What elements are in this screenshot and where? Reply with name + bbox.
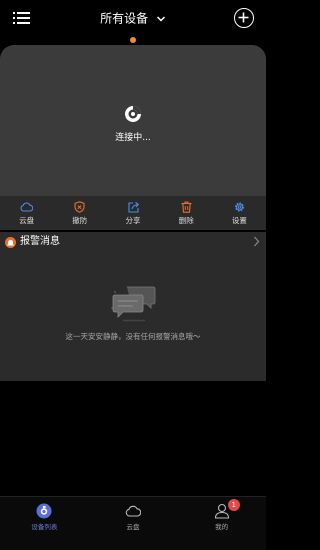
add-device-button[interactable] bbox=[234, 8, 254, 28]
video-player[interactable]: 连接中... bbox=[0, 45, 266, 196]
page-indicator-dot bbox=[130, 37, 136, 43]
device-selector[interactable]: 所有设备 bbox=[0, 9, 266, 28]
tab-device-list[interactable]: 设备列表 bbox=[0, 497, 89, 550]
shield-icon bbox=[74, 201, 85, 213]
device-list-icon bbox=[36, 503, 52, 519]
chevron-right-icon bbox=[254, 236, 260, 247]
loading-spinner-icon bbox=[125, 106, 141, 122]
trash-icon bbox=[181, 201, 192, 213]
disarm-label: 撤防 bbox=[72, 216, 88, 225]
page-title: 所有设备 bbox=[100, 11, 149, 26]
delete-label: 删除 bbox=[178, 216, 194, 225]
tab-device-list-label: 设备列表 bbox=[31, 523, 58, 531]
delete-button[interactable]: 删除 bbox=[160, 196, 213, 230]
empty-state-text: 这一天安安静静，没有任何报警消息哦～ bbox=[65, 332, 201, 341]
plus-icon bbox=[238, 12, 249, 23]
alarm-header[interactable]: 报警消息 bbox=[0, 232, 266, 252]
gear-icon bbox=[234, 202, 244, 212]
tab-profile-label: 我的 bbox=[215, 523, 229, 531]
share-icon bbox=[127, 201, 139, 213]
settings-button[interactable]: 设置 bbox=[213, 196, 266, 230]
tab-cloud[interactable]: 云盘 bbox=[89, 497, 178, 550]
chevron-down-icon bbox=[156, 15, 165, 22]
disarm-button[interactable]: 撤防 bbox=[53, 196, 106, 230]
share-button[interactable]: 分享 bbox=[106, 196, 159, 230]
empty-messages-icon bbox=[111, 286, 156, 322]
tab-profile[interactable]: 1 我的 bbox=[177, 497, 266, 550]
bell-icon bbox=[7, 240, 14, 246]
cloud-icon bbox=[125, 505, 141, 517]
share-label: 分享 bbox=[125, 216, 141, 225]
cloud-icon bbox=[20, 202, 34, 212]
settings-label: 设置 bbox=[231, 216, 247, 225]
notification-badge: 1 bbox=[227, 499, 240, 511]
connection-status: 连接中... bbox=[115, 133, 151, 143]
top-bar: 所有设备 bbox=[0, 0, 266, 36]
alarm-badge bbox=[5, 237, 16, 248]
cloud-button[interactable]: 云盘 bbox=[0, 196, 53, 230]
action-bar: 云盘 撤防 分享 删除 设置 bbox=[0, 196, 266, 230]
bottom-tab-bar: 设备列表 云盘 1 我的 bbox=[0, 496, 266, 550]
alarm-panel: 报警消息 这一天安安静静，没有任何报警消息哦～ bbox=[0, 232, 266, 381]
alarm-title: 报警消息 bbox=[20, 236, 60, 247]
cloud-label: 云盘 bbox=[19, 216, 35, 225]
tab-cloud-label: 云盘 bbox=[126, 523, 140, 531]
